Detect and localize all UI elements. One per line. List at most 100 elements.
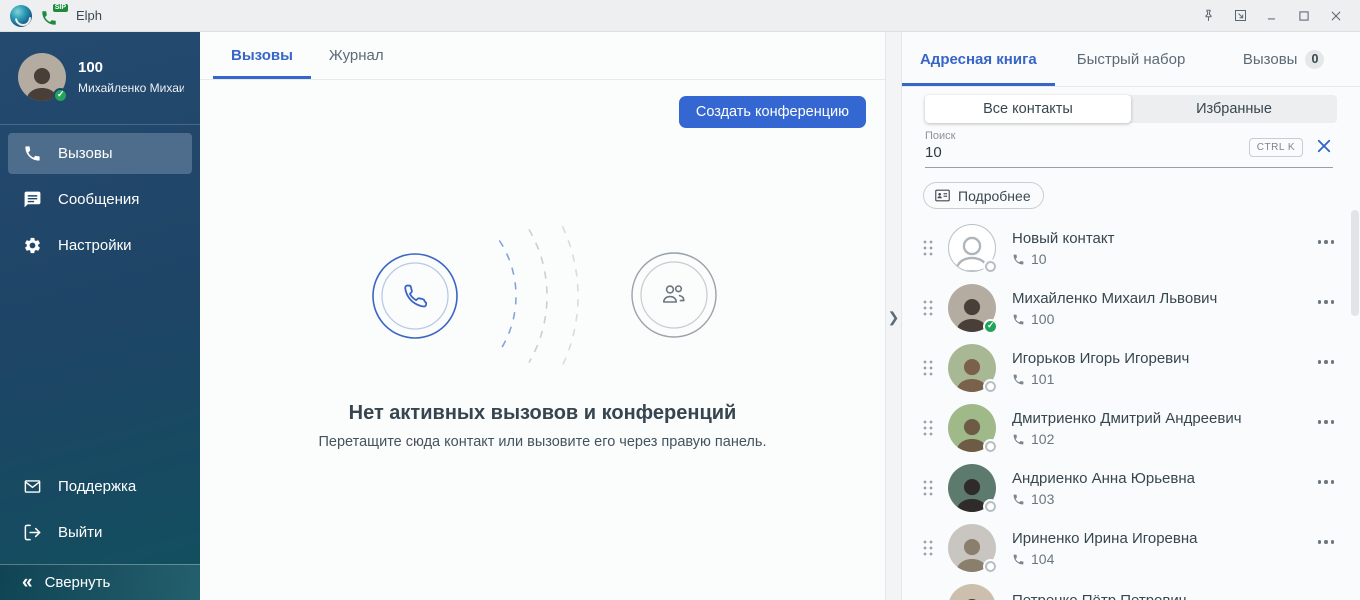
drag-handle-icon[interactable] <box>922 299 934 317</box>
empty-state-subtitle: Перетащите сюда контакт или вызовите его… <box>200 434 885 450</box>
titlebar: SIP Elph <box>0 0 1360 32</box>
people-circle-icon <box>632 253 716 337</box>
status-badge <box>983 499 998 514</box>
contact-number-row: 104 <box>1012 551 1318 567</box>
gear-icon <box>22 236 42 256</box>
pin-icon[interactable] <box>1194 4 1222 28</box>
status-badge <box>983 319 998 334</box>
sip-phone-icon: SIP <box>40 5 66 27</box>
contact-name: Андриенко Анна Юрьевна <box>1012 469 1318 489</box>
search-field[interactable]: Поиск 10 CTRL K <box>925 129 1333 168</box>
user-avatar <box>18 53 66 101</box>
drag-handle-icon[interactable] <box>922 479 934 497</box>
contact-number-row: 10 <box>1012 251 1318 267</box>
status-badge <box>983 559 998 574</box>
contact-name: Петренко Пётр Петрович <box>1012 591 1318 600</box>
avatar <box>948 524 996 572</box>
panel-collapse-handle[interactable]: ❯ <box>885 32 902 600</box>
calls-content: Создать конференцию <box>200 80 885 600</box>
main-tabs: Вызовы Журнал <box>200 32 885 80</box>
contact-row[interactable]: Михайленко Михаил Львович 100 <box>902 278 1360 338</box>
maximize-button[interactable] <box>1290 4 1318 28</box>
drag-handle-icon[interactable] <box>922 359 934 377</box>
contacts-filter: Все контакты Избранные <box>925 95 1337 123</box>
logout-icon <box>22 523 42 543</box>
filter-favorites[interactable]: Избранные <box>1131 95 1337 123</box>
phone-small-icon <box>1012 373 1025 386</box>
contact-card-icon <box>934 187 951 204</box>
contact-name: Михайленко Михаил Львович <box>1012 289 1318 309</box>
contact-row[interactable]: Дмитриенко Дмитрий Андреевич 102 <box>902 398 1360 458</box>
filter-all-contacts[interactable]: Все контакты <box>925 95 1131 123</box>
contact-menu-button[interactable] <box>1318 596 1335 600</box>
create-conference-button[interactable]: Создать конференцию <box>679 96 866 128</box>
contact-number-row: 102 <box>1012 431 1318 447</box>
user-block[interactable]: 100 Михайленко Михаи… <box>0 32 200 125</box>
sidebar-item-calls[interactable]: Вызовы <box>8 133 192 174</box>
contact-row[interactable]: Ириненко Ирина Игоревна 104 <box>902 518 1360 578</box>
sidebar: 100 Михайленко Михаи… Вызовы Сообщения <box>0 32 200 600</box>
scrollbar-thumb[interactable] <box>1351 210 1359 316</box>
avatar <box>948 404 996 452</box>
sidebar-item-label: Настройки <box>58 237 132 254</box>
tab-speed-dial[interactable]: Быстрый набор <box>1055 32 1208 86</box>
sidebar-footer: Поддержка Выйти <box>0 466 200 564</box>
contact-number-row: 100 <box>1012 311 1318 327</box>
contact-number: 102 <box>1031 431 1054 447</box>
user-status-badge <box>53 88 68 103</box>
signal-waves-icon <box>500 227 578 365</box>
phone-circle-icon <box>373 254 457 338</box>
empty-state-title: Нет активных вызовов и конференций <box>200 402 885 425</box>
contact-row[interactable]: Петренко Пётр Петрович <box>902 578 1360 600</box>
collapse-sidebar-button[interactable]: « Свернуть <box>0 564 200 600</box>
sidebar-item-logout[interactable]: Выйти <box>8 512 192 553</box>
contact-row[interactable]: Андриенко Анна Юрьевна 103 <box>902 458 1360 518</box>
drag-handle-icon[interactable] <box>922 419 934 437</box>
sidebar-item-settings[interactable]: Настройки <box>8 225 192 266</box>
clear-search-button[interactable] <box>1315 137 1333 155</box>
contact-number: 10 <box>1031 251 1047 267</box>
sidebar-item-messages[interactable]: Сообщения <box>8 179 192 220</box>
contact-menu-button[interactable] <box>1318 296 1335 308</box>
contact-number: 104 <box>1031 551 1054 567</box>
contact-menu-button[interactable] <box>1318 236 1335 248</box>
tab-journal[interactable]: Журнал <box>311 32 402 79</box>
mail-icon <box>22 477 42 497</box>
sidebar-nav: Вызовы Сообщения Настройки <box>0 125 200 271</box>
app-logo-icon <box>10 5 32 27</box>
compact-mode-icon[interactable] <box>1226 4 1254 28</box>
shortcut-badge: CTRL K <box>1249 138 1303 157</box>
contact-menu-button[interactable] <box>1318 416 1335 428</box>
contact-number: 100 <box>1031 311 1054 327</box>
contact-name: Игорьков Игорь Игоревич <box>1012 349 1318 369</box>
phone-icon <box>22 144 42 164</box>
contact-menu-button[interactable] <box>1318 536 1335 548</box>
drag-handle-icon[interactable] <box>922 539 934 557</box>
contact-menu-button[interactable] <box>1318 476 1335 488</box>
collapse-label: Свернуть <box>45 574 111 591</box>
minimize-button[interactable] <box>1258 4 1286 28</box>
contact-row[interactable]: Новый контакт 10 <box>902 218 1360 278</box>
tab-address-book[interactable]: Адресная книга <box>902 32 1055 86</box>
avatar <box>948 284 996 332</box>
phone-small-icon <box>1012 313 1025 326</box>
contact-row[interactable]: Игорьков Игорь Игоревич 101 <box>902 338 1360 398</box>
user-name: Михайленко Михаи… <box>78 80 184 97</box>
details-button[interactable]: Подробнее <box>923 182 1044 209</box>
contact-name: Дмитриенко Дмитрий Андреевич <box>1012 409 1318 429</box>
double-chevron-left-icon: « <box>22 572 31 594</box>
avatar <box>948 464 996 512</box>
contact-name: Новый контакт <box>1012 229 1318 249</box>
sidebar-item-support[interactable]: Поддержка <box>8 466 192 507</box>
sidebar-item-label: Сообщения <box>58 191 139 208</box>
phone-small-icon <box>1012 253 1025 266</box>
close-button[interactable] <box>1322 4 1350 28</box>
contact-name: Ириненко Ирина Игоревна <box>1012 529 1318 549</box>
avatar <box>948 344 996 392</box>
contact-menu-button[interactable] <box>1318 356 1335 368</box>
main-area: Вызовы Журнал Создать конференцию <box>200 32 885 600</box>
drag-handle-icon[interactable] <box>922 239 934 257</box>
tab-calls-panel[interactable]: Вызовы 0 <box>1207 32 1360 86</box>
tab-calls[interactable]: Вызовы <box>213 32 311 79</box>
chat-icon <box>22 190 42 210</box>
